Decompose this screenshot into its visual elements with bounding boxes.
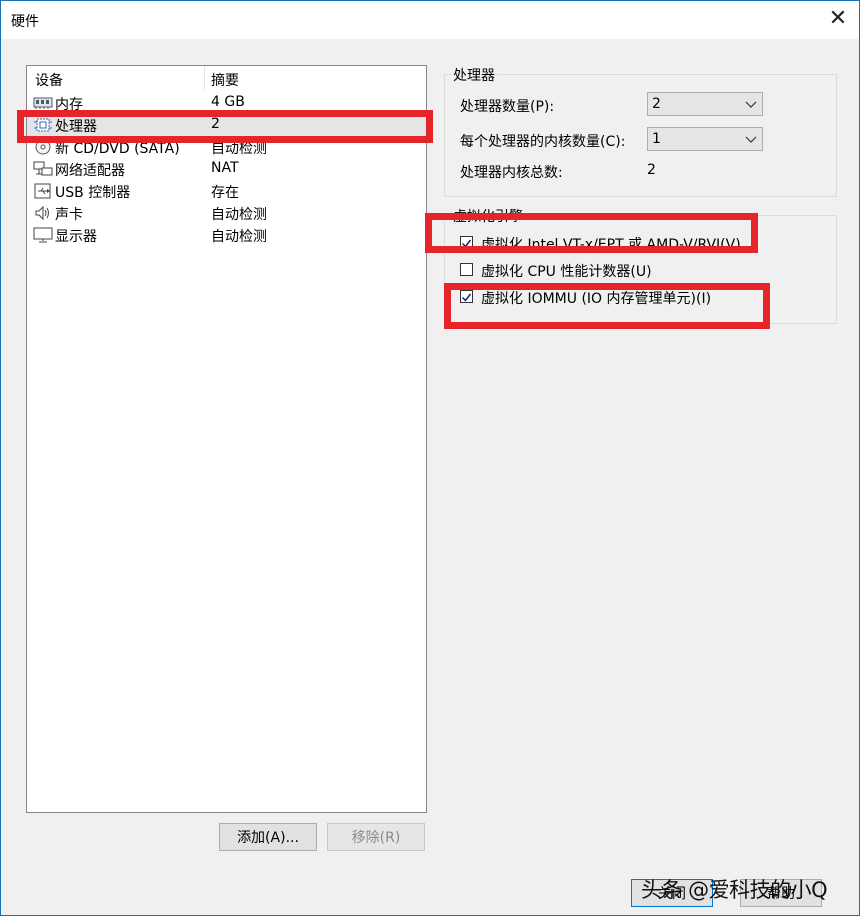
cores-per-processor-value: 1 — [652, 131, 661, 147]
processor-group-title: 处理器 — [451, 65, 497, 85]
device-name: 声卡 — [55, 207, 83, 223]
column-separator[interactable] — [204, 66, 205, 90]
device-row-sound[interactable]: 声卡 自动检测 — [27, 202, 426, 224]
device-row-display[interactable]: 显示器 自动检测 — [27, 224, 426, 246]
add-button[interactable]: 添加(A)... — [219, 823, 317, 851]
device-summary: 自动检测 — [211, 207, 267, 223]
device-name: 网络适配器 — [55, 163, 125, 179]
cores-per-processor-label: 每个处理器的内核数量(C): — [460, 134, 626, 150]
column-header-summary[interactable]: 摘要 — [211, 70, 239, 90]
device-summary: 4 GB — [211, 94, 245, 110]
chevron-down-icon — [745, 136, 757, 143]
device-name: USB 控制器 — [55, 185, 131, 201]
device-summary: 自动检测 — [211, 229, 267, 245]
processor-count-label: 处理器数量(P): — [460, 99, 555, 115]
column-header-device[interactable]: 设备 — [35, 70, 63, 90]
usb-icon — [34, 183, 51, 199]
processor-count-value: 2 — [652, 96, 661, 112]
memory-icon — [33, 97, 53, 109]
highlight-box-processor — [17, 110, 433, 143]
chevron-down-icon — [745, 101, 757, 108]
highlight-box-iommu — [444, 283, 770, 329]
cores-per-processor-select[interactable]: 1 — [647, 127, 763, 151]
device-summary: NAT — [211, 160, 239, 176]
processor-count-select[interactable]: 2 — [647, 92, 763, 116]
hardware-dialog: 硬件 ✕ 设备 摘要 内存 4 GB 处理器 2 新 CD/DVD (SATA)… — [0, 0, 860, 916]
monitor-icon — [33, 227, 53, 243]
device-row-usb[interactable]: USB 控制器 存在 — [27, 180, 426, 202]
device-row-network[interactable]: 网络适配器 NAT — [27, 158, 426, 180]
checkbox[interactable] — [460, 263, 473, 276]
total-cores-value: 2 — [647, 162, 656, 178]
watermark-text: 头条 @爱科技的小Q — [641, 878, 828, 902]
highlight-box-vtx — [425, 213, 758, 253]
device-list-header: 设备 摘要 — [27, 66, 426, 90]
network-icon — [33, 161, 53, 176]
total-cores-label: 处理器内核总数: — [460, 165, 563, 181]
title-bar: 硬件 ✕ — [1, 1, 859, 39]
remove-button[interactable]: 移除(R) — [327, 823, 425, 851]
checkbox-label: 虚拟化 CPU 性能计数器(U) — [481, 264, 652, 280]
device-summary: 存在 — [211, 185, 239, 201]
device-name: 显示器 — [55, 229, 97, 245]
close-icon[interactable]: ✕ — [827, 7, 849, 31]
device-list: 设备 摘要 内存 4 GB 处理器 2 新 CD/DVD (SATA) 自动检测… — [26, 65, 427, 813]
window-title: 硬件 — [11, 14, 39, 30]
speaker-icon — [35, 205, 49, 221]
